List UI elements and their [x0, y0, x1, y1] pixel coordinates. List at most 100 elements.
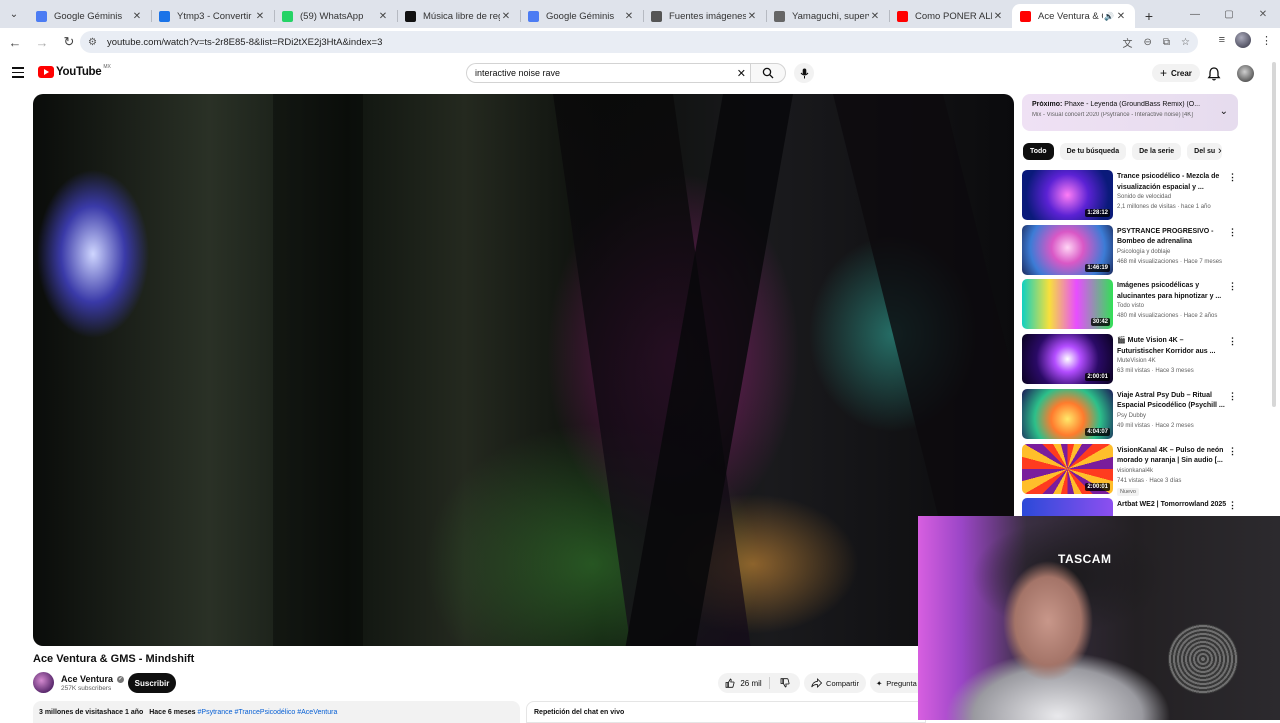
related-video-meta: 49 mil vistas · Hace 2 meses — [1117, 422, 1194, 429]
related-video-item[interactable]: 30:42 Imágenes psicodélicas y alucinantes… — [1022, 279, 1242, 330]
video-thumbnail[interactable]: 2:00:01 — [1022, 334, 1113, 385]
more-options-icon[interactable]: ⋮ — [1228, 281, 1237, 292]
more-options-icon[interactable]: ⋮ — [1228, 172, 1237, 183]
close-tab-icon[interactable]: ✕ — [377, 11, 389, 22]
close-tab-icon[interactable]: ✕ — [254, 11, 266, 22]
related-video-meta: 480 mil visualizaciones · Hace 2 años — [1117, 313, 1218, 320]
browser-tab[interactable]: Ace Ventura & G 🔊 ✕ — [1012, 4, 1135, 28]
close-tab-icon[interactable]: ✕ — [992, 11, 1004, 22]
browser-tab-strip: ⌄ Google Géminis ✕ Ytmp3 - Convertir ✕ (59) … — [0, 0, 1280, 28]
clear-search-icon[interactable]: ✕ — [737, 67, 746, 80]
like-count: 26 mil — [740, 678, 762, 688]
browser-tab[interactable]: Música libre de regal✕ — [397, 4, 520, 28]
translate-icon[interactable]: 文 — [1123, 35, 1133, 50]
share-label: Compartir — [826, 678, 859, 688]
audio-playing-icon[interactable]: 🔊 — [1103, 12, 1115, 21]
minimize-icon[interactable]: — — [1178, 0, 1212, 28]
page-scrollbar[interactable] — [1272, 62, 1276, 407]
video-thumbnail[interactable]: 2:00:01 — [1022, 443, 1113, 494]
video-thumbnail[interactable]: 1:28:12 — [1022, 170, 1113, 220]
search-button[interactable] — [750, 63, 786, 83]
create-button[interactable]: + Crear — [1152, 64, 1200, 82]
browser-tab[interactable]: Google Géminis ✕ — [28, 4, 151, 28]
bookmark-star-icon[interactable]: ☆ — [1181, 37, 1190, 48]
close-tab-icon[interactable]: ✕ — [500, 11, 512, 22]
next-up-subtitle: Mix - Visual concert 2020 (Psytrance - I… — [1032, 112, 1193, 118]
country-code: MX — [103, 64, 111, 70]
new-tab-button[interactable]: + — [1135, 4, 1163, 28]
create-label: Crear — [1171, 68, 1192, 78]
account-avatar[interactable] — [1237, 65, 1254, 82]
duration-badge: 1:28:12 — [1085, 209, 1110, 217]
more-options-icon[interactable]: ⋮ — [1228, 446, 1237, 457]
like-dislike-group: 26 mil — [718, 673, 800, 693]
filter-chip[interactable]: De la serie — [1132, 143, 1182, 160]
browser-tab[interactable]: Como PONER ALERT✕ — [889, 4, 1012, 28]
share-button[interactable]: Compartir — [804, 673, 866, 693]
related-video-item[interactable]: 1:28:12 Trance psicodélico - Mezcla de vi… — [1022, 170, 1242, 220]
back-icon[interactable]: ← — [3, 30, 27, 54]
search-value: interactive noise rave — [475, 68, 561, 78]
zoom-icon[interactable]: ⊖ — [1144, 37, 1152, 48]
address-bar[interactable]: ⚙ youtube.com/watch?v=ts-2r8E85-8&list=R… — [80, 31, 1198, 53]
more-options-icon[interactable]: ⋮ — [1228, 391, 1237, 402]
filter-chip[interactable]: Del su — [1187, 143, 1223, 160]
youtube-logo[interactable]: YouTube MX — [38, 64, 111, 78]
browser-menu-icon[interactable]: ⋮ — [1261, 34, 1272, 47]
close-tab-icon[interactable]: ✕ — [131, 11, 143, 22]
browser-tab[interactable]: Ytmp3 - Convertir ✕ — [151, 4, 274, 28]
channel-name[interactable]: Ace Ventura ✓ — [61, 674, 125, 684]
related-video-item[interactable]: 1:46:19 PSYTRANCE PROGRESIVO - Bombeo de … — [1022, 224, 1242, 275]
close-window-icon[interactable]: ✕ — [1246, 0, 1280, 28]
reload-icon[interactable]: ↻ — [57, 30, 81, 54]
settings-icon — [651, 10, 662, 22]
related-video-item[interactable]: 2:00:01 VisionKanal 4K – Pulso de neón mo… — [1022, 443, 1242, 496]
related-video-title: Imágenes psicodélicas y alucinantes para… — [1117, 282, 1222, 300]
more-options-icon[interactable]: ⋮ — [1228, 336, 1237, 347]
chevron-down-icon[interactable]: ⌄ — [1220, 106, 1228, 117]
browser-tab[interactable]: (59) WhatsApp ✕ — [274, 4, 397, 28]
forward-icon[interactable]: → — [30, 30, 54, 54]
video-thumbnail[interactable]: 1:46:19 — [1022, 224, 1113, 275]
ask-label: Pregunta — [886, 678, 917, 688]
video-player[interactable] — [33, 94, 1014, 646]
whatsapp-icon — [282, 10, 293, 22]
notifications-bell-icon[interactable] — [1206, 66, 1222, 82]
close-tab-icon[interactable]: ✕ — [746, 11, 758, 22]
close-tab-icon[interactable]: ✕ — [1115, 11, 1127, 22]
search-input[interactable]: interactive noise rave ✕ — [466, 63, 750, 83]
tab-search-icon[interactable]: ⌄ — [0, 0, 28, 28]
media-control-icon[interactable]: ≡ — [1219, 34, 1225, 46]
filter-chip[interactable]: Todo — [1023, 143, 1054, 160]
video-thumbnail[interactable]: 30:42 — [1022, 279, 1113, 330]
profile-avatar[interactable] — [1235, 32, 1251, 48]
browser-tab[interactable]: Fuentes imágenes Ta✕ — [643, 4, 766, 28]
browser-tab[interactable]: Google Géminis ✕ — [520, 4, 643, 28]
hashtags[interactable]: #Psytrance #TrancePsicodélico #AceVentur… — [198, 709, 338, 716]
maximize-icon[interactable]: ▢ — [1212, 0, 1246, 28]
site-info-icon[interactable]: ⚙ — [88, 37, 97, 48]
next-up-title: Phaxe - Leyenda (GroundBass Remix) (O... — [1064, 101, 1201, 108]
video-thumbnail[interactable] — [1022, 498, 1113, 517]
video-thumbnail[interactable]: 4:04:07 — [1022, 388, 1113, 439]
more-options-icon[interactable]: ⋮ — [1228, 500, 1237, 511]
subscribe-button[interactable]: Suscribir — [128, 673, 176, 693]
menu-icon[interactable] — [12, 67, 24, 79]
next-up-card[interactable]: Próximo: Phaxe - Leyenda (GroundBass Rem… — [1022, 94, 1238, 131]
install-icon[interactable]: ⧉ — [1163, 37, 1170, 48]
related-video-item[interactable]: Artbat WE2 | Tomorrowland 2025 ⋮ — [1022, 498, 1242, 517]
url-text: youtube.com/watch?v=ts-2r8E85-8&list=RDi… — [106, 36, 383, 48]
youtube-play-icon — [38, 66, 54, 78]
close-tab-icon[interactable]: ✕ — [623, 11, 635, 22]
filter-chip[interactable]: De tu búsqueda — [1059, 143, 1127, 160]
close-tab-icon[interactable]: ✕ — [869, 11, 881, 22]
voice-search-button[interactable] — [794, 63, 814, 83]
channel-avatar[interactable] — [33, 672, 54, 693]
related-video-item[interactable]: 4:04:07 Viaje Astral Psy Dub – Ritual Esp… — [1022, 388, 1242, 439]
browser-tab[interactable]: Yamaguchi, supervivi✕ — [766, 4, 889, 28]
like-button[interactable]: 26 mil — [718, 677, 770, 689]
chevron-right-icon[interactable]: › — [1218, 145, 1222, 157]
dislike-button[interactable] — [770, 678, 800, 688]
more-options-icon[interactable]: ⋮ — [1228, 227, 1237, 238]
related-video-item[interactable]: 2:00:01 🎬 Mute Vision 4K – Futuristischer… — [1022, 334, 1242, 385]
